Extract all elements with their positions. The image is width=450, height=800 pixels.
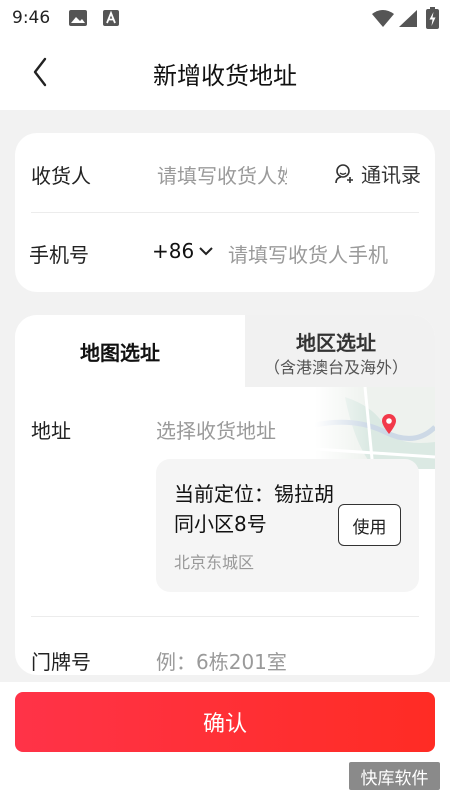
receiver-name-input[interactable]: 请填写收货人姓名: [157, 160, 287, 189]
tab-map-label: 地图选址: [80, 341, 160, 365]
address-label: 地址: [31, 419, 71, 443]
country-code-selector[interactable]: +86: [152, 239, 214, 263]
current-location-title: 当前定位：锡拉胡同小区8号: [174, 482, 334, 536]
status-bar: 9:46: [0, 0, 450, 36]
confirm-button[interactable]: 确认: [15, 692, 435, 752]
door-number-label: 门牌号: [31, 650, 91, 674]
contacts-icon: [335, 163, 353, 183]
nav-bar: 新增收货地址: [0, 36, 450, 110]
phone-label: 手机号: [29, 243, 89, 267]
signal-icon: [399, 10, 417, 27]
status-time: 9:46: [12, 8, 51, 28]
phone-input[interactable]: 请填写收货人手机号: [228, 239, 388, 268]
use-location-button[interactable]: 使用: [338, 504, 401, 546]
divider: [31, 616, 419, 617]
location-pin-icon[interactable]: [381, 413, 397, 435]
map-preview: [315, 387, 435, 469]
font-app-icon: [103, 10, 119, 26]
contacts-label: 通讯录: [361, 163, 421, 187]
address-card: 地图选址 地区选址 （含港澳台及海外） 地址 选择收货地址 当前定位：锡拉胡同小…: [15, 315, 435, 675]
chevron-down-icon: [199, 247, 213, 256]
watermark: 快库软件: [349, 762, 440, 790]
battery-charging-icon: [426, 7, 439, 29]
door-number-input[interactable]: 例：6栋201室: [156, 646, 287, 675]
receiver-card: 收货人 请填写收货人姓名 通讯录 手机号 +86 请填写收货人手机号: [15, 133, 435, 292]
gallery-icon: [69, 10, 87, 26]
country-code-value: +86: [152, 239, 195, 263]
address-input[interactable]: 选择收货地址: [156, 415, 276, 444]
contacts-button[interactable]: 通讯录: [333, 159, 421, 188]
current-location-card: 当前定位：锡拉胡同小区8号 北京东城区 使用: [156, 459, 419, 592]
divider: [31, 212, 419, 213]
wifi-icon: [372, 10, 394, 27]
tab-region-sublabel: （含港澳台及海外）: [263, 358, 408, 377]
bottom-bar: 确认 快库软件: [0, 682, 450, 800]
page-title: 新增收货地址: [153, 62, 297, 90]
tab-region-label: 地区选址: [296, 331, 376, 355]
current-location-district: 北京东城区: [174, 553, 255, 572]
receiver-name-label: 收货人: [31, 164, 91, 188]
